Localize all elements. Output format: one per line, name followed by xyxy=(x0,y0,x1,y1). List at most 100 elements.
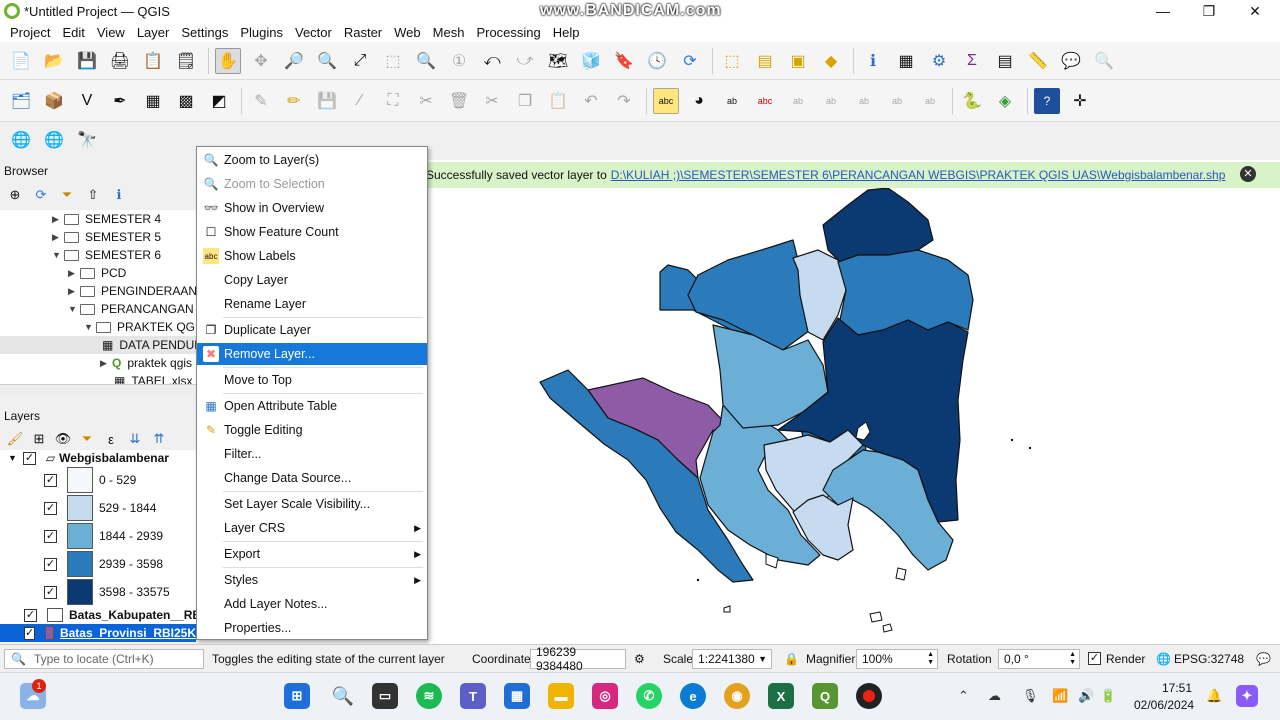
legend-class-row[interactable]: ✓ 3598 - 33575 xyxy=(44,578,170,606)
pin-unpin-labels-icon[interactable]: abc xyxy=(752,88,778,114)
tree-item[interactable]: ▼ SEMESTER 6 xyxy=(52,246,161,264)
pan-to-selection-icon[interactable]: ✥ xyxy=(248,48,274,74)
legend-class-row[interactable]: ✓ 2939 - 3598 xyxy=(44,550,163,578)
legend-class-row[interactable]: ✓ 1844 - 2939 xyxy=(44,522,163,550)
manage-visibility-icon[interactable]: 👁 xyxy=(54,430,72,448)
open-table-icon[interactable]: ▤ xyxy=(992,48,1018,74)
menu-item-duplicate-layer[interactable]: ❐ Duplicate Layer xyxy=(197,319,427,341)
deselect-icon[interactable]: ▣ xyxy=(785,48,811,74)
save-project-icon[interactable]: 💾 xyxy=(74,48,100,74)
filter-legend-icon[interactable]: ⏷ xyxy=(78,430,96,448)
toggle-extents-icon[interactable]: ⚙ xyxy=(634,652,645,666)
add-virtual-layer-icon[interactable]: ◩ xyxy=(206,88,232,114)
tree-item[interactable]: ▶ Qpraktek qgis xyxy=(100,354,192,372)
zoom-next-icon[interactable]: ⤻ xyxy=(512,48,538,74)
add-delimited-text-icon[interactable]: ✒ xyxy=(107,88,133,114)
plugin-layers-icon[interactable]: ◈ xyxy=(992,88,1018,114)
map-region[interactable] xyxy=(687,239,814,351)
delete-selected-icon[interactable]: 🗑 xyxy=(446,88,472,114)
coordinate-field[interactable]: 196239 9384480 xyxy=(530,645,626,673)
collapse-all-icon[interactable]: ⇧ xyxy=(84,186,102,204)
menu-item-set-scale-visibility[interactable]: Set Layer Scale Visibility... xyxy=(197,493,427,515)
select-by-location-icon[interactable]: ◆ xyxy=(818,48,844,74)
add-raster-layer-icon[interactable]: ▦ xyxy=(140,88,166,114)
magnifier-spinbox[interactable]: 100% ▲ ▼ xyxy=(856,649,938,669)
menu-help[interactable]: Help xyxy=(547,25,586,40)
collapse-all-layers-icon[interactable]: ⇈ xyxy=(150,430,168,448)
menu-item-show-labels[interactable]: abc Show Labels xyxy=(197,245,427,267)
browser-horizontal-scrollbar[interactable] xyxy=(0,384,196,398)
zoom-last-icon[interactable]: ⤺ xyxy=(479,48,505,74)
highlight-pinned-labels-icon[interactable]: ab xyxy=(719,88,745,114)
label-properties-icon[interactable]: ab xyxy=(917,88,943,114)
crosshair-icon[interactable]: ✛ xyxy=(1067,88,1093,114)
qgis-taskbar-icon[interactable]: Q xyxy=(812,683,838,709)
undo-icon[interactable]: ↶ xyxy=(578,88,604,114)
menu-item-add-layer-notes[interactable]: Add Layer Notes... xyxy=(197,593,427,615)
expand-arrow-icon[interactable]: ▶ xyxy=(68,286,80,297)
expand-arrow-icon[interactable]: ▶ xyxy=(52,232,64,243)
menu-item-rename-layer[interactable]: Rename Layer xyxy=(197,293,427,315)
tree-item[interactable]: ▼ PERANCANGAN xyxy=(68,300,194,318)
statistics-icon[interactable]: Σ xyxy=(959,48,985,74)
scale-combo[interactable]: 1:2241380 ▼ xyxy=(692,649,772,669)
add-wms-layer-icon[interactable]: 🌐 xyxy=(8,127,34,153)
menu-item-layer-crs[interactable]: Layer CRS ▶ xyxy=(197,517,427,539)
class-visibility-checkbox[interactable]: ✓ xyxy=(44,501,57,515)
notification-icon[interactable]: 🔔 xyxy=(1206,688,1222,704)
tree-item[interactable]: ▶ PCD xyxy=(68,264,126,282)
bandicam-icon[interactable] xyxy=(856,683,882,709)
search-icon[interactable]: 🔍 xyxy=(330,683,356,709)
class-visibility-checkbox[interactable]: ✓ xyxy=(44,529,57,543)
close-window-button[interactable]: ✕ xyxy=(1232,0,1278,22)
add-vector-layer-icon[interactable]: V xyxy=(74,88,100,114)
move-label-icon[interactable]: ab xyxy=(818,88,844,114)
new-print-layout-icon[interactable]: 🖨 xyxy=(107,48,133,74)
menu-item-filter[interactable]: Filter... xyxy=(197,443,427,465)
menu-plugins[interactable]: Plugins xyxy=(234,25,289,40)
instagram-icon[interactable]: ◎ xyxy=(592,683,618,709)
class-visibility-checkbox[interactable]: ✓ xyxy=(44,557,57,571)
menu-item-toggle-editing[interactable]: ✎ Toggle Editing xyxy=(197,419,427,441)
change-label-icon[interactable]: ab xyxy=(884,88,910,114)
class-visibility-checkbox[interactable]: ✓ xyxy=(44,585,57,599)
excel-icon[interactable]: X xyxy=(768,683,794,709)
tree-item[interactable]: ▦ TABEL.xlsx xyxy=(102,372,192,384)
zoom-native-icon[interactable]: ① xyxy=(446,48,472,74)
add-selected-layers-icon[interactable]: ⊕ xyxy=(6,186,24,204)
menu-item-remove-layer[interactable]: ✖ Remove Layer... xyxy=(197,343,427,365)
rotation-spinbox[interactable]: 0,0 ° ▲ ▼ xyxy=(998,649,1080,669)
legend-class-row[interactable]: ✓ 529 - 1844 xyxy=(44,494,156,522)
menu-settings[interactable]: Settings xyxy=(175,25,234,40)
layer-group-row[interactable]: ▼ ✓ ▱ Webgisbalambenar xyxy=(8,450,169,466)
select-features-icon[interactable]: ⬚ xyxy=(719,48,745,74)
volume-icon[interactable]: 🔊 xyxy=(1078,688,1094,704)
map-tips-icon[interactable]: 💬 xyxy=(1058,48,1084,74)
temporal-controller-icon[interactable]: 🕓 xyxy=(644,48,670,74)
attribute-table-icon[interactable]: ▦ xyxy=(893,48,919,74)
menu-item-change-data-source[interactable]: Change Data Source... xyxy=(197,467,427,489)
menu-web[interactable]: Web xyxy=(388,25,427,40)
render-checkbox[interactable]: ✓ xyxy=(1088,652,1101,665)
save-edits-icon[interactable]: 💾 xyxy=(314,88,340,114)
collapse-arrow-icon[interactable]: ▼ xyxy=(84,322,96,332)
locator-search-icon[interactable]: 🔍 xyxy=(1091,48,1117,74)
expand-arrow-icon[interactable]: ▶ xyxy=(68,268,80,279)
layer-visibility-checkbox[interactable]: ✓ xyxy=(24,626,36,640)
tray-overflow-icon[interactable]: ⌃ xyxy=(958,688,969,704)
tree-item[interactable]: ▶ SEMESTER 4 xyxy=(52,210,161,228)
clock-date[interactable]: 02/06/2024 xyxy=(1134,698,1194,712)
filter-expression-icon[interactable]: ε xyxy=(102,430,120,448)
style-manager-icon[interactable]: 🗒 xyxy=(173,48,199,74)
menu-processing[interactable]: Processing xyxy=(470,25,546,40)
bookmark-icon[interactable]: 🔖 xyxy=(611,48,637,74)
wifi-icon[interactable]: 📶 xyxy=(1052,688,1068,704)
zoom-out-icon[interactable]: 🔍 xyxy=(314,48,340,74)
zoom-to-selection-icon[interactable]: ⬚ xyxy=(380,48,406,74)
digitize-icon[interactable]: ⁄ xyxy=(347,88,373,114)
cloud-sync-icon[interactable]: ☁ xyxy=(988,688,1001,704)
battery-icon[interactable]: 🔋 xyxy=(1100,688,1116,704)
diagram-icon[interactable]: ◕ xyxy=(686,88,712,114)
add-wfs-layer-icon[interactable]: 🌐 xyxy=(41,127,67,153)
zoom-in-icon[interactable]: 🔎 xyxy=(281,48,307,74)
